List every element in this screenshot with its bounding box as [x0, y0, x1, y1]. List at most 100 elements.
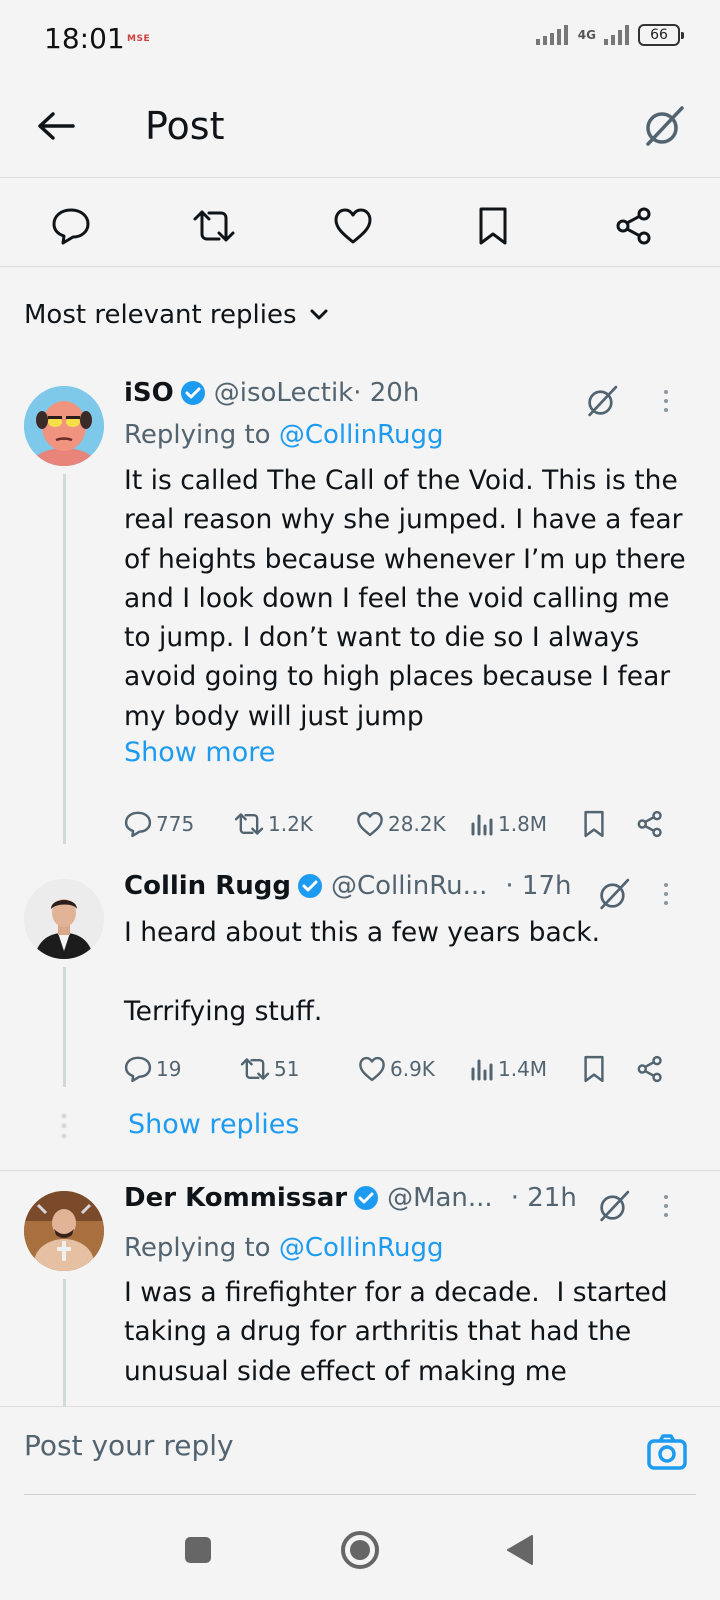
- like-count-button[interactable]: 6.9K: [358, 1049, 435, 1089]
- share-icon: [637, 1055, 662, 1083]
- reply-text: I was a firefighter for a decade. I star…: [124, 1277, 677, 1387]
- status-indicators: 4G 66: [535, 24, 684, 46]
- more-options-button[interactable]: [654, 1186, 678, 1226]
- share-button[interactable]: [636, 1049, 664, 1089]
- views-chart-icon: [471, 814, 493, 836]
- author-handle[interactable]: @CollinRu...: [331, 871, 487, 901]
- divider: [0, 1170, 720, 1171]
- bookmark-icon: [584, 1055, 604, 1083]
- avatar-image: [24, 879, 104, 959]
- grok-explain-button[interactable]: [582, 381, 622, 421]
- heart-icon: [334, 208, 372, 244]
- like-count-button[interactable]: 28.2K: [356, 804, 446, 844]
- grok-icon: [588, 385, 618, 417]
- verified-badge-icon: [354, 1186, 379, 1210]
- grok-button[interactable]: [638, 100, 690, 152]
- bookmark-button[interactable]: [582, 1049, 606, 1089]
- mention-link[interactable]: @CollinRugg: [279, 420, 444, 450]
- heart-icon: [357, 811, 383, 837]
- share-button[interactable]: [636, 804, 664, 844]
- signal-icon-2: [604, 25, 629, 45]
- chevron-down-icon: [310, 309, 328, 320]
- repost-icon: [193, 210, 235, 242]
- bookmark-icon: [584, 810, 604, 838]
- reply-icon: [124, 1056, 152, 1083]
- bookmark-button[interactable]: [465, 198, 521, 254]
- bookmark-button[interactable]: [582, 804, 606, 844]
- reply-input[interactable]: Post your reply: [24, 1429, 234, 1462]
- repost-count-button[interactable]: 51: [240, 1049, 299, 1089]
- reply-count: 19: [156, 1057, 182, 1081]
- square-icon: [185, 1537, 211, 1563]
- views-count-button[interactable]: 1.8M: [470, 804, 547, 844]
- reply-text-clip: I was a firefighter for a decade. I star…: [0, 1270, 720, 1405]
- share-button[interactable]: [606, 198, 662, 254]
- status-bar: 18:01 MSE 4G 66: [0, 0, 720, 78]
- avatar-image: [24, 1191, 104, 1271]
- repost-count: 1.2K: [268, 812, 313, 836]
- repost-icon: [240, 1058, 270, 1080]
- camera-icon: [647, 1434, 687, 1470]
- author-handle[interactable]: @isoLectik: [214, 378, 353, 408]
- back-nav-button[interactable]: [496, 1526, 544, 1574]
- recents-button[interactable]: [174, 1526, 222, 1574]
- signal-icon: [535, 25, 568, 45]
- like-button[interactable]: [325, 198, 381, 254]
- repost-icon: [234, 813, 264, 835]
- reply-composer[interactable]: Post your reply: [0, 1407, 720, 1499]
- views-count-button[interactable]: 1.4M: [470, 1049, 547, 1089]
- back-triangle-icon: [507, 1535, 533, 1565]
- author-handle[interactable]: @Man...: [387, 1183, 493, 1213]
- author-name[interactable]: iSO: [124, 378, 174, 408]
- back-button[interactable]: [30, 100, 82, 152]
- avatar[interactable]: [24, 1191, 104, 1271]
- grok-explain-button[interactable]: [594, 874, 634, 914]
- camera-button[interactable]: [644, 1429, 690, 1475]
- reply-header: iSO @isoLectik · 20h: [124, 378, 419, 408]
- author-name[interactable]: Der Kommissar: [124, 1183, 347, 1213]
- reply-count-button[interactable]: 19: [124, 1049, 181, 1089]
- views-chart-icon: [471, 1059, 493, 1081]
- post-time[interactable]: · 21h: [511, 1183, 577, 1213]
- verified-badge-icon: [180, 381, 205, 405]
- reply-sort-dropdown[interactable]: Most relevant replies: [24, 300, 329, 330]
- share-icon: [637, 810, 662, 838]
- status-time: 18:01: [44, 22, 125, 55]
- show-more-link[interactable]: Show more: [124, 737, 275, 768]
- author-name[interactable]: Collin Rugg: [124, 871, 291, 901]
- post-action-row: [0, 180, 720, 270]
- home-button[interactable]: [336, 1526, 384, 1574]
- thread-line: [63, 967, 66, 1087]
- mention-link[interactable]: @CollinRugg: [279, 1233, 444, 1263]
- repost-count-button[interactable]: 1.2K: [234, 804, 313, 844]
- avatar[interactable]: [24, 879, 104, 959]
- reply-icon: [52, 208, 90, 245]
- dotted-thread-icon: [61, 1113, 67, 1139]
- more-options-button[interactable]: [654, 874, 678, 914]
- reply-button[interactable]: [43, 198, 99, 254]
- show-replies-link[interactable]: Show replies: [128, 1109, 299, 1140]
- page-title: Post: [145, 104, 225, 148]
- post-time[interactable]: · 17h: [505, 871, 571, 901]
- home-circle-icon: [341, 1531, 379, 1569]
- avatar[interactable]: [24, 386, 104, 466]
- like-count: 6.9K: [390, 1057, 435, 1081]
- reply-count-button[interactable]: 775: [124, 804, 194, 844]
- divider: [24, 1494, 696, 1495]
- reply-text: I heard about this a few years back. Ter…: [124, 917, 601, 1027]
- post-time[interactable]: · 20h: [353, 378, 419, 408]
- reply-text: It is called The Call of the Void. This …: [124, 465, 695, 732]
- share-icon: [616, 207, 651, 245]
- network-type: 4G: [577, 28, 596, 42]
- grok-explain-button[interactable]: [594, 1186, 634, 1226]
- replying-to: Replying to @CollinRugg: [124, 1233, 443, 1263]
- more-options-button[interactable]: [654, 381, 678, 421]
- carrier-badge: MSE: [127, 34, 151, 44]
- repost-button[interactable]: [186, 198, 242, 254]
- divider: [0, 177, 720, 178]
- back-arrow-icon: [38, 112, 75, 140]
- replying-prefix: Replying to: [124, 420, 279, 450]
- heart-icon: [359, 1056, 385, 1082]
- views-count: 1.8M: [498, 812, 548, 836]
- repost-count: 51: [274, 1057, 300, 1081]
